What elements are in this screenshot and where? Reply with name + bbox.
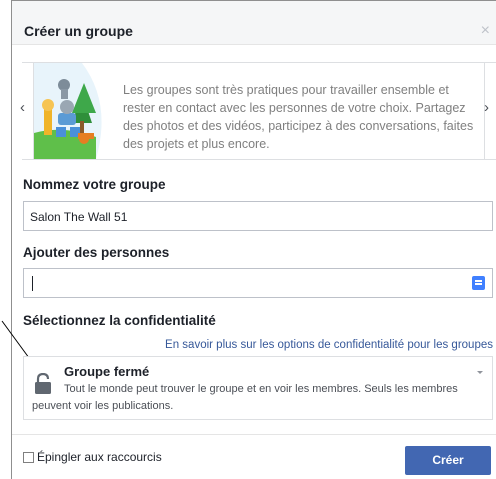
privacy-label: Sélectionnez la confidentialité bbox=[23, 313, 216, 328]
add-people-label: Ajouter des personnes bbox=[23, 245, 170, 260]
privacy-selected-title: Groupe fermé bbox=[64, 364, 150, 379]
chevron-left-icon: ‹ bbox=[20, 99, 25, 116]
close-icon[interactable]: × bbox=[481, 23, 490, 39]
carousel-slide: Les groupes sont très pratiques pour tra… bbox=[33, 62, 485, 160]
group-illustration-icon bbox=[34, 63, 102, 159]
carousel-next-button[interactable]: › bbox=[484, 62, 496, 160]
footer-divider bbox=[12, 434, 496, 435]
privacy-selector[interactable]: Groupe fermé Tout le monde peut trouver … bbox=[23, 356, 493, 420]
text-caret bbox=[32, 276, 33, 291]
pin-shortcut-checkbox[interactable]: Épingler aux raccourcis bbox=[23, 450, 162, 464]
group-name-input[interactable]: Salon The Wall 51 bbox=[23, 201, 493, 231]
add-people-input[interactable] bbox=[23, 268, 493, 298]
create-button[interactable]: Créer bbox=[405, 446, 491, 475]
checkbox-icon[interactable] bbox=[23, 451, 34, 463]
dialog-title: Créer un groupe bbox=[24, 23, 133, 39]
dialog-header: Créer un groupe × bbox=[12, 1, 496, 45]
privacy-learn-more-link[interactable]: En savoir plus sur les options de confid… bbox=[165, 339, 493, 351]
pin-shortcut-label: Épingler aux raccourcis bbox=[37, 450, 162, 464]
intro-carousel: ‹ Les groupes sont très pratiques pour t… bbox=[12, 62, 496, 162]
carousel-description: Les groupes sont très pratiques pour tra… bbox=[123, 83, 474, 151]
chevron-down-icon bbox=[477, 371, 483, 374]
message-icon[interactable] bbox=[472, 276, 485, 290]
group-name-value: Salon The Wall 51 bbox=[30, 210, 128, 224]
privacy-selected-description: Tout le monde peut trouver le groupe et … bbox=[32, 383, 458, 412]
chevron-right-icon: › bbox=[484, 99, 489, 116]
group-name-label: Nommez votre groupe bbox=[23, 177, 166, 192]
